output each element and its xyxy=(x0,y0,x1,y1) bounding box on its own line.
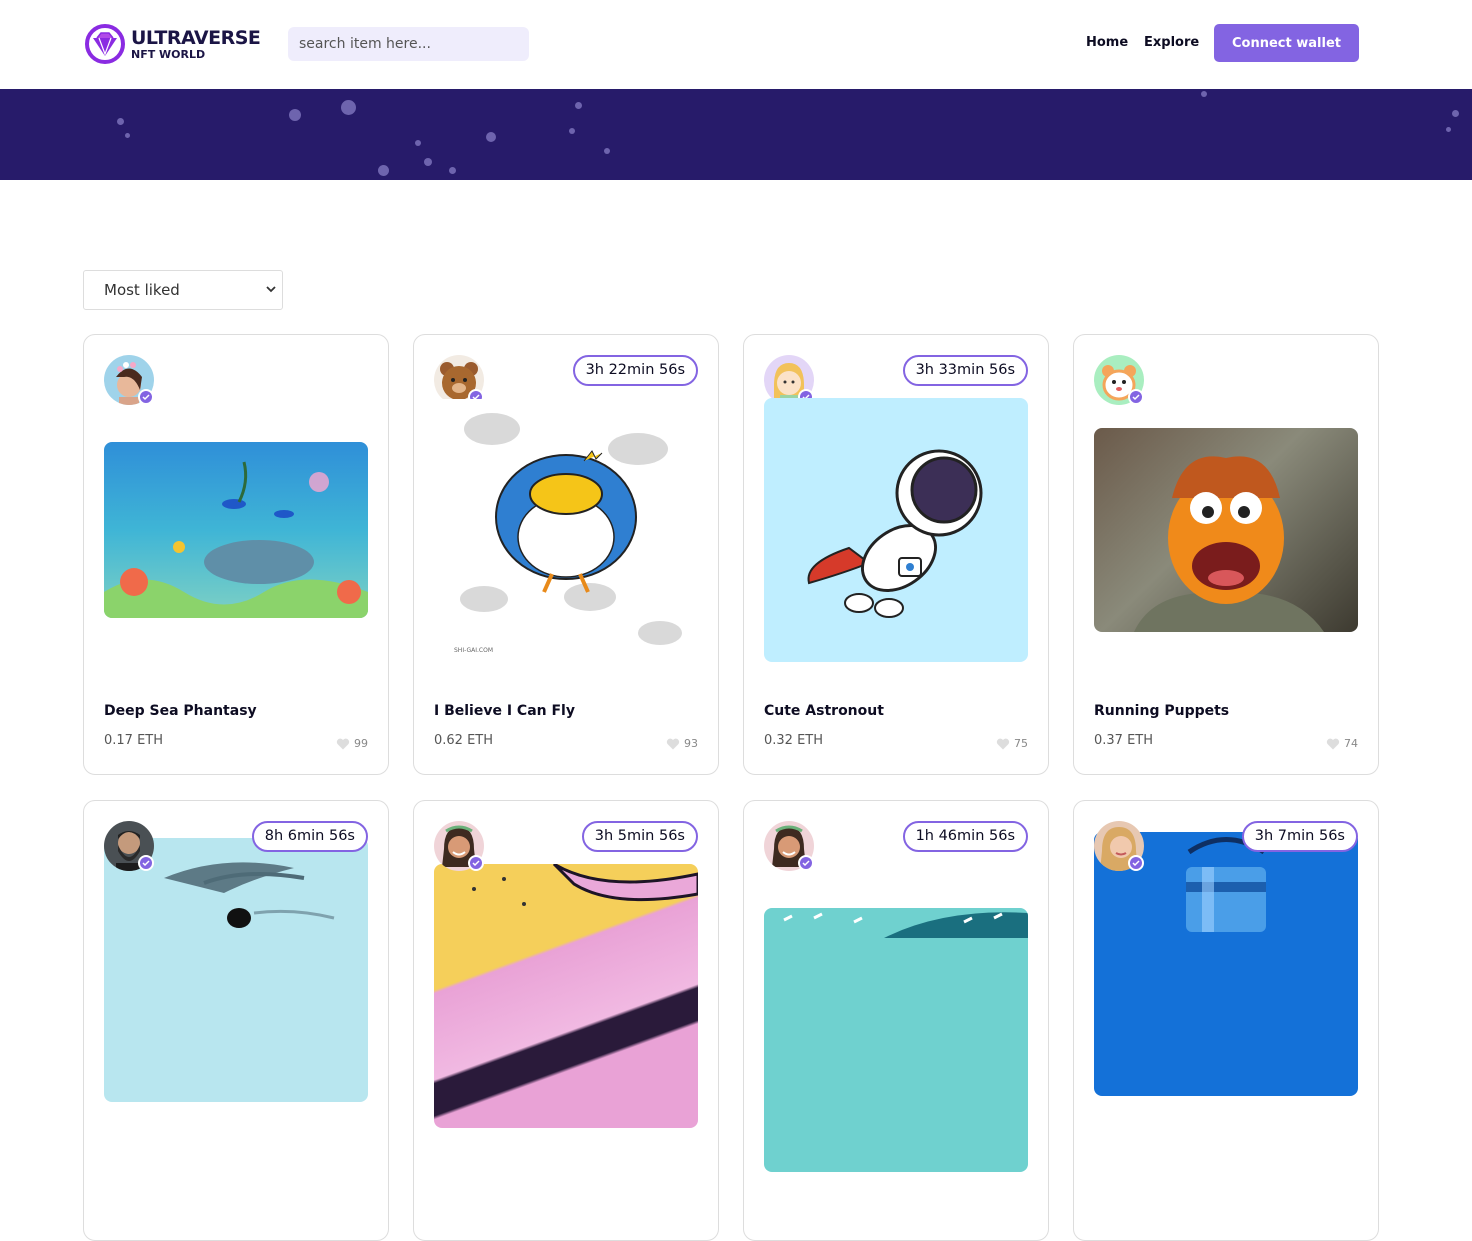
banner-bubble xyxy=(1201,91,1207,97)
auction-timer: 3h 7min 56s xyxy=(1241,821,1358,852)
puppet-image[interactable] xyxy=(1094,428,1358,632)
flying-penguin-image[interactable]: SHI-GAI.COM xyxy=(434,399,698,663)
like-count: 99 xyxy=(354,737,368,750)
image-caption: SHI-GAI.COM xyxy=(454,647,493,654)
blue-bottle-image[interactable] xyxy=(1094,832,1358,1096)
verified-check-icon xyxy=(138,389,154,405)
verified-check-icon xyxy=(1128,389,1144,405)
like-counter[interactable]: 75 xyxy=(996,737,1028,750)
auction-timer: 3h 33min 56s xyxy=(902,355,1028,386)
like-count: 74 xyxy=(1344,737,1358,750)
verified-check-icon xyxy=(798,855,814,871)
creator-avatar[interactable] xyxy=(1094,821,1144,871)
banner-bubble xyxy=(604,148,610,154)
auction-timer: 8h 6min 56s xyxy=(251,821,368,852)
verified-check-icon xyxy=(468,855,484,871)
banner-bubble xyxy=(449,167,456,174)
nft-card[interactable]: 1h 46min 56s xyxy=(743,800,1049,1241)
banner-bubble xyxy=(289,109,301,121)
banner-bubble xyxy=(378,165,389,176)
search-input[interactable] xyxy=(288,27,529,61)
underwater-scene-image[interactable] xyxy=(104,442,368,618)
nav-home-link[interactable]: Home xyxy=(1086,35,1128,50)
verified-check-icon xyxy=(1128,855,1144,871)
like-counter[interactable]: 99 xyxy=(336,737,368,750)
banner-bubble xyxy=(424,158,432,166)
nft-card[interactable]: 3h 22min 56s SHI-GAI.COM I Believe I Can… xyxy=(413,334,719,775)
nft-card[interactable]: 3h 7min 56s xyxy=(1073,800,1379,1241)
heart-icon[interactable] xyxy=(996,738,1010,750)
nav-explore-link[interactable]: Explore xyxy=(1144,35,1199,50)
creator-avatar[interactable] xyxy=(104,821,154,871)
heart-icon[interactable] xyxy=(336,738,350,750)
nft-price: 0.32 ETH xyxy=(764,733,824,748)
creator-avatar[interactable] xyxy=(434,821,484,871)
like-counter[interactable]: 93 xyxy=(666,737,698,750)
astronaut-cartoon-image[interactable] xyxy=(764,398,1028,662)
like-counter[interactable]: 74 xyxy=(1326,737,1358,750)
auction-timer: 3h 5min 56s xyxy=(581,821,698,852)
nft-price: 0.37 ETH xyxy=(1094,733,1154,748)
banner-bubble xyxy=(415,140,421,146)
banner-bubble xyxy=(1452,110,1459,117)
nft-card[interactable]: Running Puppets 0.37 ETH 74 xyxy=(1073,334,1379,775)
like-count: 75 xyxy=(1014,737,1028,750)
teal-pattern-image[interactable] xyxy=(764,908,1028,1172)
heart-icon[interactable] xyxy=(666,738,680,750)
logo-subtitle: NFT WORLD xyxy=(131,47,206,61)
nft-price: 0.17 ETH xyxy=(104,733,164,748)
nft-title[interactable]: Running Puppets xyxy=(1094,703,1229,719)
auction-timer: 3h 22min 56s xyxy=(572,355,698,386)
nft-title[interactable]: I Believe I Can Fly xyxy=(434,703,575,719)
creator-avatar[interactable] xyxy=(104,355,154,405)
banner-bubble xyxy=(125,133,130,138)
creator-avatar[interactable] xyxy=(1094,355,1144,405)
logo-title: ULTRAVERSE xyxy=(131,26,261,49)
hero-banner xyxy=(0,89,1472,180)
nft-card[interactable]: Deep Sea Phantasy 0.17 ETH 99 xyxy=(83,334,389,775)
banner-bubble xyxy=(341,100,356,115)
diamond-logo-icon xyxy=(83,24,127,64)
like-count: 93 xyxy=(684,737,698,750)
auction-timer: 1h 46min 56s xyxy=(902,821,1028,852)
banner-bubble xyxy=(486,132,496,142)
creator-avatar[interactable] xyxy=(434,355,484,405)
nft-card[interactable]: 3h 33min 56s Cute Astronout 0.32 ETH 75 xyxy=(743,334,1049,775)
nft-title[interactable]: Cute Astronout xyxy=(764,703,884,719)
banner-bubble xyxy=(569,128,575,134)
marble-paint-image[interactable] xyxy=(434,864,698,1128)
connect-wallet-button[interactable]: Connect wallet xyxy=(1214,24,1359,62)
site-header: ULTRAVERSE NFT WORLD Home Explore Connec… xyxy=(0,0,1472,89)
banner-bubble xyxy=(117,118,124,125)
sort-select[interactable]: Most liked xyxy=(83,270,283,310)
nft-price: 0.62 ETH xyxy=(434,733,494,748)
creator-avatar[interactable] xyxy=(764,821,814,871)
banner-bubble xyxy=(575,102,582,109)
nft-card[interactable]: 3h 5min 56s xyxy=(413,800,719,1241)
banner-bubble xyxy=(1446,127,1451,132)
site-logo[interactable]: ULTRAVERSE NFT WORLD xyxy=(83,24,261,64)
verified-check-icon xyxy=(138,855,154,871)
heart-icon[interactable] xyxy=(1326,738,1340,750)
whale-illustration-image[interactable] xyxy=(104,838,368,1102)
nft-title[interactable]: Deep Sea Phantasy xyxy=(104,703,257,719)
nft-card[interactable]: 8h 6min 56s xyxy=(83,800,389,1241)
